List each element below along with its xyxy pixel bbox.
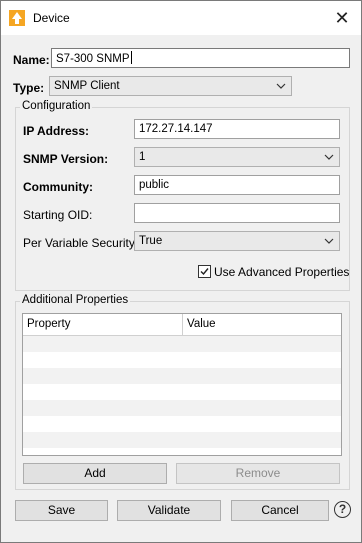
device-dialog: Device ✕ Name: S7-300 SNMP Type: SNMP Cl…: [0, 0, 362, 543]
per-variable-security-label: Per Variable Security:: [23, 236, 139, 250]
title-bar: Device ✕: [1, 1, 361, 35]
type-label: Type:: [13, 81, 45, 95]
table-row: [23, 336, 341, 352]
table-row: [23, 384, 341, 400]
table-row: [23, 416, 341, 432]
snmp-version-label: SNMP Version:: [23, 152, 109, 166]
column-header-property[interactable]: Property: [23, 314, 183, 336]
window-title: Device: [33, 11, 70, 25]
name-label: Name:: [13, 53, 50, 67]
save-button[interactable]: Save: [15, 500, 108, 521]
starting-oid-field[interactable]: [134, 203, 340, 223]
additional-properties-group-title: Additional Properties: [20, 294, 131, 306]
configuration-group-title: Configuration: [20, 100, 93, 112]
chevron-down-icon: [324, 154, 334, 160]
type-select[interactable]: SNMP Client: [49, 76, 292, 96]
table-row: [23, 352, 341, 368]
community-field[interactable]: public: [134, 175, 340, 195]
name-field-value: S7-300 SNMP: [56, 53, 130, 65]
ip-address-field[interactable]: 172.27.14.147: [134, 119, 340, 139]
snmp-version-value: 1: [139, 151, 146, 163]
per-variable-security-select[interactable]: True: [134, 231, 340, 251]
snmp-version-select[interactable]: 1: [134, 147, 340, 167]
cancel-button[interactable]: Cancel: [231, 500, 329, 521]
name-field[interactable]: S7-300 SNMP: [51, 48, 350, 68]
chevron-down-icon: [324, 238, 334, 244]
close-icon[interactable]: ✕: [331, 7, 353, 29]
table-row: [23, 432, 341, 448]
add-button[interactable]: Add: [23, 463, 167, 484]
checkmark-icon: [200, 268, 209, 276]
device-app-icon: [9, 10, 25, 26]
table-row: [23, 368, 341, 384]
validate-button[interactable]: Validate: [117, 500, 221, 521]
community-value: public: [139, 179, 170, 191]
type-select-value: SNMP Client: [54, 80, 120, 92]
ip-address-label: IP Address:: [23, 124, 90, 138]
help-icon[interactable]: ?: [334, 501, 351, 518]
starting-oid-label: Starting OID:: [23, 208, 93, 222]
use-advanced-properties-label: Use Advanced Properties: [214, 265, 350, 279]
per-variable-security-value: True: [139, 235, 163, 247]
column-header-value[interactable]: Value: [183, 314, 341, 336]
remove-button[interactable]: Remove: [176, 463, 340, 484]
properties-table[interactable]: Property Value: [22, 313, 342, 456]
table-row: [23, 400, 341, 416]
community-label: Community:: [23, 180, 93, 194]
text-caret: [130, 51, 132, 64]
use-advanced-properties-checkbox[interactable]: [198, 265, 211, 278]
chevron-down-icon: [276, 83, 286, 89]
ip-address-value: 172.27.14.147: [139, 123, 213, 135]
